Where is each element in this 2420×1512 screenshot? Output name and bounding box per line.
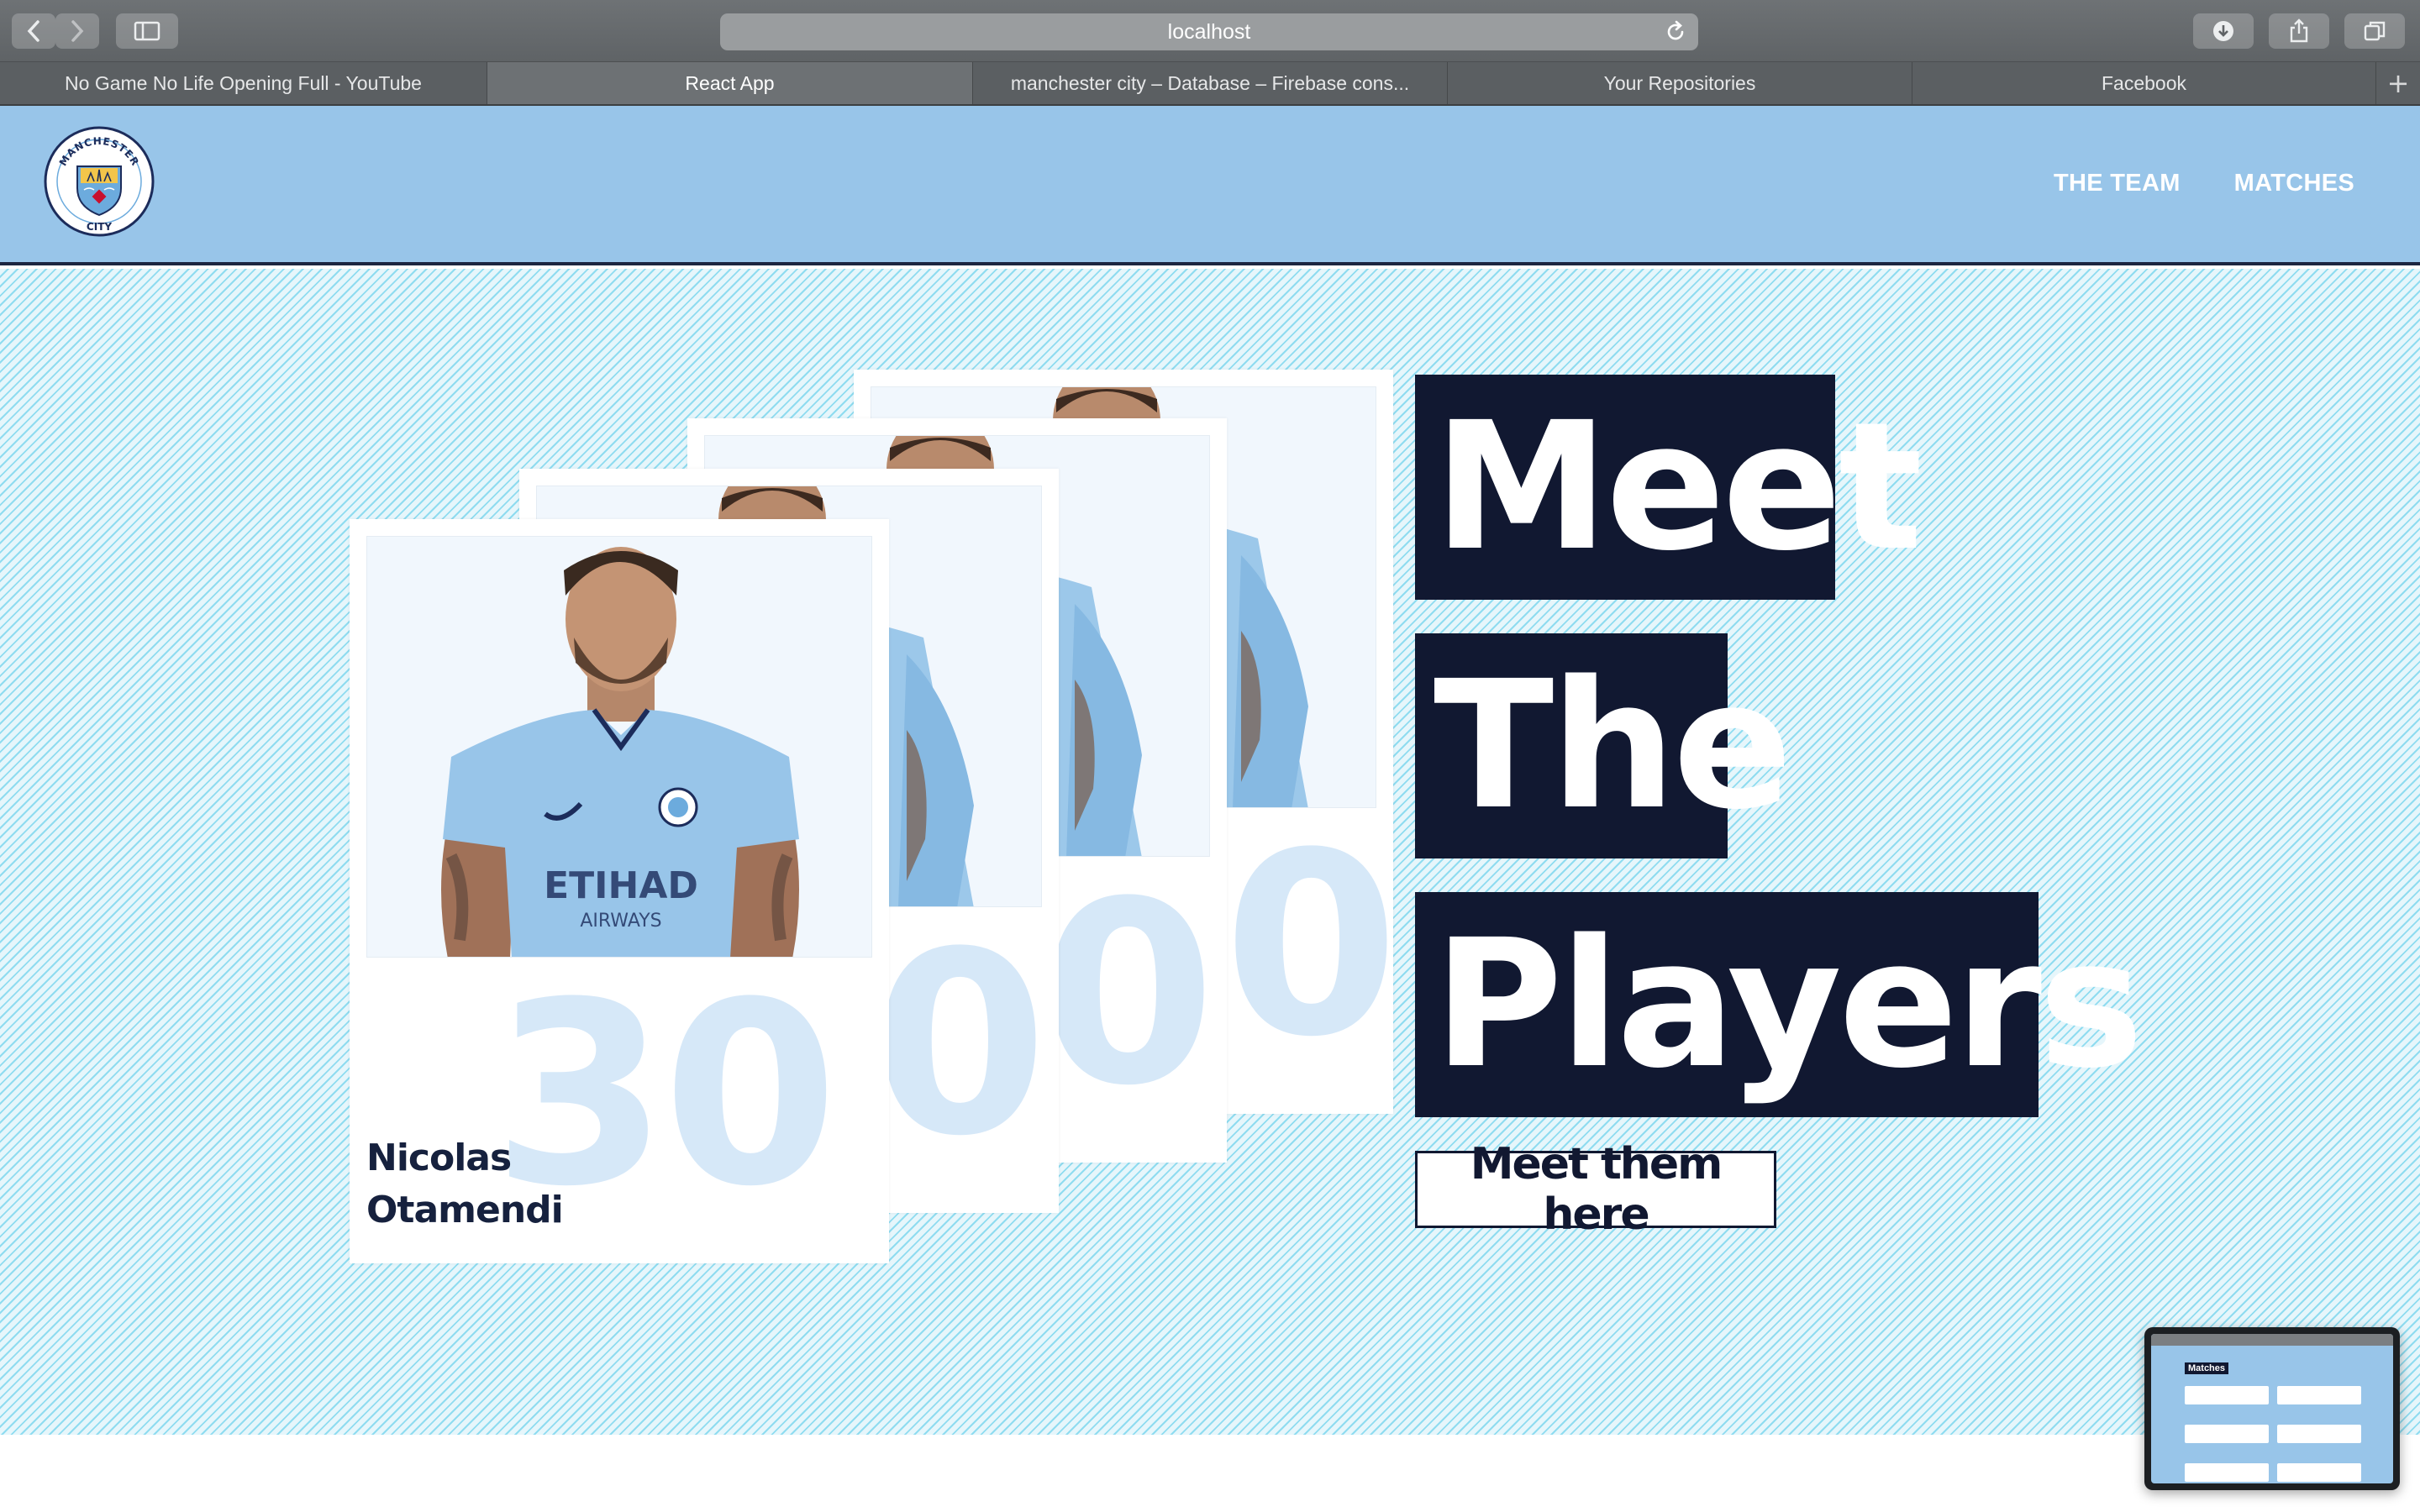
tab-label: manchester city – Database – Firebase co… [1010,71,1410,94]
new-tab-button[interactable]: + [2376,62,2420,104]
page-bottom [0,1435,2420,1512]
hero-title-line-1: Meet [1415,375,1923,600]
tabs-icon [2364,21,2386,41]
thumbnail-match [2185,1425,2269,1443]
share-button[interactable] [2269,13,2329,49]
tab-react-app[interactable]: React App [487,62,973,104]
thumbnail-toolbar [2151,1334,2393,1346]
player-first-name: Nicolas [366,1137,512,1179]
player-card-featured[interactable]: ETIHAD AIRWAYS 30 Nicolas Otamendi [350,519,889,1263]
nav-the-team[interactable]: THE TEAM [2054,170,2181,197]
sidebar-toggle-button[interactable] [116,13,178,49]
player-last-name: Otamendi [366,1189,564,1231]
main-nav: THE TEAM MATCHES [2054,170,2354,197]
tabs-overview-button[interactable] [2344,13,2405,49]
download-icon [2213,21,2233,41]
player-number-back: 0 [872,898,1048,1191]
plus-icon: + [2386,67,2410,99]
back-button[interactable] [12,13,55,49]
nav-matches[interactable]: MATCHES [2234,170,2354,197]
thumbnail-match [2185,1386,2269,1404]
tab-firebase[interactable]: manchester city – Database – Firebase co… [973,62,1448,104]
browser-toolbar: localhost [0,0,2420,62]
player-photo: ETIHAD AIRWAYS [366,536,872,958]
meet-them-button[interactable]: Meet them here [1415,1139,1776,1240]
player-portrait: ETIHAD AIRWAYS [441,547,799,957]
svg-text:AIRWAYS: AIRWAYS [580,911,661,932]
tab-label: Your Repositories [1603,71,1756,94]
forward-button[interactable] [55,13,99,49]
sidebar-icon [134,21,160,41]
tab-repositories[interactable]: Your Repositories [1448,62,1912,104]
thumbnail-match [2185,1463,2269,1482]
downloads-button[interactable] [2193,13,2254,49]
player-number-back: 0 [1040,848,1216,1141]
tab-facebook[interactable]: Facebook [1912,62,2376,104]
hero-title-line-2: The [1415,633,1792,858]
address-bar[interactable]: localhost [720,13,1698,50]
crest-bottom-text: CITY [87,221,112,233]
thumbnail-match [2277,1386,2361,1404]
tab-label: Facebook [2101,71,2186,94]
reload-icon[interactable] [1665,20,1686,50]
share-icon [2290,18,2308,43]
thumbnail-title: Matches [2185,1362,2229,1374]
hero-title-line-3: Players [1415,892,2144,1117]
address-text: localhost [1167,19,1251,44]
club-crest-icon[interactable]: MANCHESTER CITY [44,126,155,237]
player-number-back: 0 [1223,799,1399,1092]
chevron-right-icon [71,20,84,42]
thumbnail-screen: Matches [2151,1334,2393,1483]
tab-label: No Game No Life Opening Full - YouTube [65,71,422,94]
tab-youtube[interactable]: No Game No Life Opening Full - YouTube [0,62,487,104]
tab-label: React App [685,71,775,94]
chevron-left-icon [27,20,39,42]
svg-text:ETIHAD: ETIHAD [544,864,698,907]
thumbnail-match [2277,1425,2361,1443]
thumbnail-match [2277,1463,2361,1482]
screenshot-thumbnail[interactable]: Matches [2144,1327,2400,1490]
player-name: Nicolas Otamendi [366,1132,602,1236]
site-header: MANCHESTER CITY THE TEAM MATCHES [0,106,2420,265]
browser-tab-bar: No Game No Life Opening Full - YouTube R… [0,62,2420,106]
